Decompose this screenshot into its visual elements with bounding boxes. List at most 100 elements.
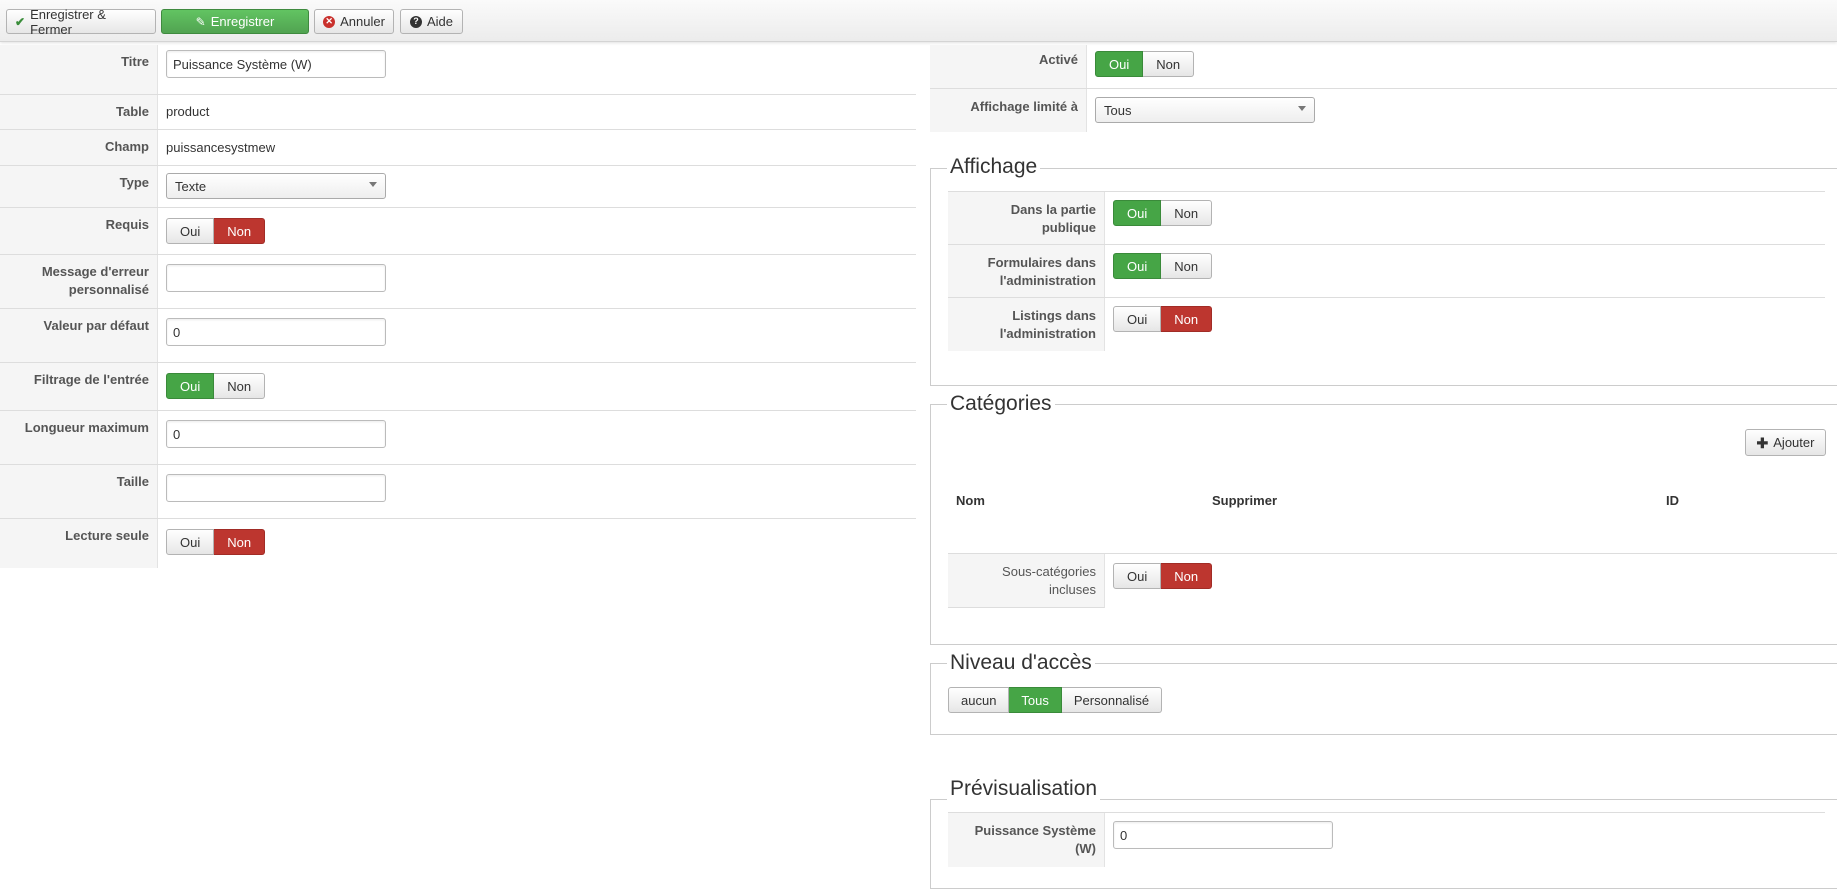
chevron-down-icon — [369, 182, 377, 187]
row-lecture: Lecture seule Oui Non — [0, 519, 916, 568]
listings-toggle: Oui Non — [1113, 306, 1213, 332]
row-titre: Titre Puissance Système (W) — [0, 45, 916, 95]
listings-label-line1: Listings dans — [1012, 308, 1096, 323]
listings-oui-button[interactable]: Oui — [1113, 306, 1162, 332]
categories-fieldset — [930, 404, 1837, 645]
acces-personnalise-button[interactable]: Personnalisé — [1061, 687, 1163, 713]
affichage-limite-label: Affichage limité à — [970, 99, 1078, 114]
sub-categories-label: Sous-catégories incluses — [948, 563, 1096, 599]
sub-categories-toggle: Oui Non — [1113, 563, 1213, 589]
type-select-value: Texte — [175, 178, 207, 194]
forms-label: Formulaires dans l'administration — [948, 254, 1096, 290]
requis-oui-button[interactable]: Oui — [166, 218, 215, 244]
help-icon: ? — [409, 15, 422, 28]
table-value: product — [166, 104, 210, 119]
table-label: Table — [0, 95, 158, 129]
listings-label: Listings dans l'administration — [948, 307, 1096, 343]
row-table: Table product — [0, 95, 916, 130]
row-defaut: Valeur par défaut 0 — [0, 309, 916, 363]
sub-categories-label-line1: Sous-catégories — [1002, 564, 1096, 579]
preview-label-line1: Puissance Système — [974, 823, 1096, 838]
col-nom-header: Nom — [956, 493, 985, 508]
champ-label: Champ — [0, 130, 158, 165]
help-label: Aide — [426, 14, 454, 29]
sub-categories-label-line2: incluses — [1049, 582, 1096, 597]
row-taille: Taille — [0, 465, 916, 519]
filtrage-label: Filtrage de l'entrée — [0, 363, 158, 410]
lecture-oui-button[interactable]: Oui — [166, 529, 215, 555]
preview-legend: Prévisualisation — [947, 777, 1101, 801]
longueur-label: Longueur maximum — [0, 411, 158, 464]
cancel-button[interactable]: ✕ Annuler — [314, 9, 394, 34]
check-icon: ✔ — [15, 14, 26, 29]
defaut-label: Valeur par défaut — [0, 309, 158, 362]
message-input[interactable] — [166, 264, 386, 292]
public-label-line1: Dans la partie — [1010, 202, 1096, 217]
message-label-line2: personnalisé — [68, 282, 149, 297]
row-requis: Requis Oui Non — [0, 208, 916, 255]
affichage-legend: Affichage — [947, 155, 1041, 179]
listings-non-button[interactable]: Non — [1161, 306, 1213, 332]
divider — [948, 244, 1825, 245]
active-oui-button[interactable]: Oui — [1095, 51, 1144, 77]
row-champ: Champ puissancesystmew — [0, 130, 916, 166]
type-select[interactable]: Texte — [166, 173, 386, 199]
row-type: Type Texte — [0, 166, 916, 208]
listings-label-line2: l'administration — [999, 326, 1096, 341]
edit-icon: ✎ — [195, 14, 206, 29]
acces-tous-button[interactable]: Tous — [1009, 687, 1062, 713]
filtrage-non-button[interactable]: Non — [214, 373, 266, 399]
type-label: Type — [0, 166, 158, 207]
add-category-button[interactable]: ✚ Ajouter — [1745, 429, 1826, 456]
public-label: Dans la partie publique — [948, 201, 1096, 237]
save-close-label: Enregistrer & Fermer — [30, 6, 106, 37]
active-label: Activé — [1038, 52, 1078, 67]
sub-categories-non-button[interactable]: Non — [1161, 563, 1213, 589]
preview-input[interactable]: 0 — [1113, 821, 1333, 849]
divider — [930, 88, 1837, 89]
forms-label-line1: Formulaires dans — [987, 255, 1096, 270]
acces-legend: Niveau d'accès — [947, 651, 1095, 675]
lecture-non-button[interactable]: Non — [214, 529, 266, 555]
requis-non-button[interactable]: Non — [214, 218, 266, 244]
longueur-input[interactable]: 0 — [166, 420, 386, 448]
preview-label-line2: (W) — [1075, 841, 1096, 856]
public-label-line2: publique — [1041, 220, 1096, 235]
public-toggle: Oui Non — [1113, 200, 1213, 226]
requis-label: Requis — [0, 208, 158, 254]
forms-label-line2: l'administration — [999, 273, 1096, 288]
titre-input[interactable]: Puissance Système (W) — [166, 50, 386, 78]
filtrage-oui-button[interactable]: Oui — [166, 373, 215, 399]
message-label: Message d'erreur personnalisé — [0, 255, 158, 308]
taille-label: Taille — [0, 465, 158, 518]
help-button[interactable]: ? Aide — [400, 9, 463, 34]
forms-oui-button[interactable]: Oui — [1113, 253, 1162, 279]
affichage-limite-select[interactable]: Tous — [1095, 97, 1315, 123]
champ-value: puissancesystmew — [166, 140, 276, 155]
save-close-button[interactable]: ✔ Enregistrer & Fermer — [6, 6, 156, 37]
toolbar: ✔ Enregistrer & Fermer ✎ Enregistrer ✕ A… — [0, 0, 1837, 42]
plus-icon: ✚ — [1756, 434, 1769, 451]
categories-legend: Catégories — [947, 392, 1055, 416]
active-non-button[interactable]: Non — [1143, 51, 1195, 77]
filtrage-toggle: Oui Non — [166, 373, 266, 399]
forms-non-button[interactable]: Non — [1161, 253, 1213, 279]
public-oui-button[interactable]: Oui — [1113, 200, 1162, 226]
lecture-toggle: Oui Non — [166, 529, 266, 555]
acces-selector: aucun Tous Personnalisé — [948, 687, 1163, 713]
acces-aucun-button[interactable]: aucun — [948, 687, 1010, 713]
defaut-input[interactable]: 0 — [166, 318, 386, 346]
row-filtrage: Filtrage de l'entrée Oui Non — [0, 363, 916, 411]
divider — [948, 297, 1825, 298]
sub-categories-oui-button[interactable]: Oui — [1113, 563, 1162, 589]
col-supprimer-header: Supprimer — [1212, 493, 1278, 508]
public-non-button[interactable]: Non — [1161, 200, 1213, 226]
row-message: Message d'erreur personnalisé — [0, 255, 916, 309]
chevron-down-icon — [1298, 106, 1306, 111]
cancel-label: Annuler — [340, 14, 385, 29]
save-label: Enregistrer — [210, 14, 275, 29]
save-button[interactable]: ✎ Enregistrer — [161, 9, 309, 34]
taille-input[interactable] — [166, 474, 386, 502]
cancel-icon: ✕ — [323, 15, 336, 28]
preview-label: Puissance Système (W) — [948, 822, 1096, 858]
